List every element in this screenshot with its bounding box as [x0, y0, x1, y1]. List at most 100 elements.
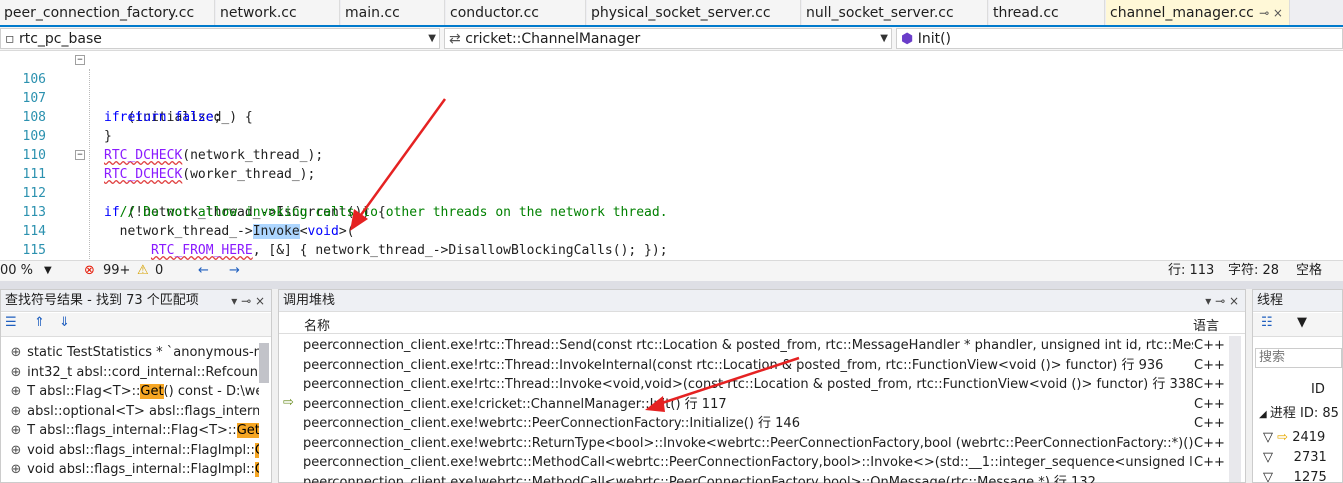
symbol-icon: ⊕: [10, 462, 22, 477]
class-dropdown[interactable]: ⇄ cricket::ChannelManager ▼: [444, 28, 892, 49]
annotation-arrow: [645, 356, 800, 412]
method-dropdown[interactable]: ⬢ Init(): [896, 28, 1343, 49]
frame-language: C++: [1194, 396, 1225, 412]
symbol-icon: ⊕: [10, 442, 22, 458]
panel-title: 查找符号结果 - 找到 73 个匹配项: [5, 293, 199, 308]
tab-close-icon[interactable]: ⊸ ×: [1259, 0, 1283, 25]
tab-thread[interactable]: thread.cc: [989, 0, 1105, 25]
call-stack-frame[interactable]: peerconnection_client.exe!webrtc::Method…: [303, 473, 1193, 483]
call-stack-frame[interactable]: peerconnection_client.exe!webrtc::Method…: [303, 453, 1193, 473]
go-up-icon[interactable]: ⇑: [34, 315, 45, 330]
ide-window: { "tabs":[ {"label":"peer_connection_fac…: [0, 0, 1343, 483]
group-icon[interactable]: ☷: [1261, 315, 1273, 330]
symbol-icon: ⊕: [10, 364, 22, 380]
thread-search-input[interactable]: 搜索: [1255, 348, 1342, 368]
project-dropdown[interactable]: ▫ rtc_pc_base ▼: [0, 28, 440, 49]
panel-toolbar: ☰ ⇑ ⇓: [1, 313, 271, 337]
list-item[interactable]: ⊕ absl::optional<T> absl::flags_intern: [9, 402, 259, 422]
flag-icon: ▽: [1263, 470, 1273, 482]
tab-network[interactable]: network.cc: [216, 0, 340, 25]
thread-row[interactable]: ▽ 2731: [1263, 448, 1327, 468]
code-line: 115 }: [0, 222, 1343, 277]
scrollbar[interactable]: [1229, 336, 1241, 482]
project-icon: ▫: [5, 31, 19, 47]
tab-null-socket-server[interactable]: null_socket_server.cc: [802, 0, 988, 25]
warning-icon[interactable]: ⚠: [137, 261, 149, 281]
code-line: 112 // Do not allow invoking calls to ot…: [0, 165, 1343, 220]
class-label: cricket::ChannelManager: [465, 31, 641, 47]
zoom-dropdown-icon[interactable]: ▼: [44, 261, 52, 281]
code-line: 113 network_thread_->Invoke<void>(: [0, 184, 1343, 239]
process-row[interactable]: ◢ 进程 ID: 85: [1259, 404, 1339, 424]
editor-status-bar: 00 % ▼ ⊗ 99+ ⚠ 0 ← → 行: 113 字符: 28 空格: [0, 260, 1343, 281]
thread-row[interactable]: ▽ ⇨ 2419: [1263, 428, 1325, 448]
frame-language: C++: [1194, 377, 1225, 392]
back-arrow-icon[interactable]: ←: [198, 261, 209, 281]
code-line: 114 RTC_FROM_HERE, [&] { network_thread_…: [0, 203, 1343, 258]
warning-count[interactable]: 0: [155, 261, 163, 281]
tab-physical-socket-server[interactable]: physical_socket_server.cc: [587, 0, 801, 25]
navigation-bar: ▫ rtc_pc_base ▼ ⇄ cricket::ChannelManager…: [0, 27, 1343, 51]
tab-channel-manager[interactable]: channel_manager.cc ⊸ ×: [1106, 0, 1290, 25]
tab-label: thread.cc: [993, 5, 1059, 21]
panel-title: 调用堆栈: [283, 293, 336, 308]
code-line: 116: [0, 241, 1343, 277]
flag-icon: ▽: [1263, 450, 1273, 465]
expand-icon: ◢: [1259, 409, 1270, 420]
panel-pin-close-icon[interactable]: ▾ ⊸ ×: [1205, 290, 1239, 311]
list-item[interactable]: ⊕ void absl::flags_internal::FlagImpl::G: [9, 460, 259, 480]
zoom-level[interactable]: 00 %: [0, 261, 33, 281]
tab-label: channel_manager.cc: [1110, 5, 1254, 21]
column-header-name[interactable]: 名称: [304, 315, 330, 334]
error-count[interactable]: 99+: [103, 261, 130, 281]
symbol-icon: ⊕: [10, 423, 22, 438]
fold-icon[interactable]: −: [75, 55, 85, 65]
call-stack-frame[interactable]: peerconnection_client.exe!webrtc::Return…: [303, 434, 1193, 454]
list-item[interactable]: ⊕ int32_t absl::cord_internal::Refcoun: [9, 363, 259, 383]
go-down-icon[interactable]: ⇓: [59, 315, 70, 330]
tab-label: peer_connection_factory.cc: [4, 5, 195, 21]
frame-language: C++: [1194, 338, 1225, 353]
list-item[interactable]: ⊕ void absl::flags_internal::FlagImpl::G: [9, 441, 259, 461]
frame-language: C++: [1194, 416, 1225, 431]
annotation-arrow: [350, 98, 447, 231]
panel-title-bar: 调用堆栈 ▾ ⊸ ×: [279, 290, 1245, 312]
current-thread-arrow-icon: ⇨: [1277, 430, 1289, 445]
tab-conductor[interactable]: conductor.cc: [446, 0, 586, 25]
error-icon[interactable]: ⊗: [84, 261, 95, 281]
list-view-icon[interactable]: ☰: [5, 315, 17, 330]
panel-toolbar: ☷ ▼: [1253, 313, 1342, 337]
scrollbar[interactable]: [259, 343, 269, 383]
column-header-language[interactable]: 语言: [1193, 315, 1219, 334]
list-item[interactable]: ⊕ T absl::Flag<T>::Get() const - D:\we: [9, 382, 259, 402]
tab-peer-connection-factory[interactable]: peer_connection_factory.cc: [0, 0, 215, 25]
find-symbol-panel: 查找符号结果 - 找到 73 个匹配项 ▾ ⊸ × ☰ ⇑ ⇓ ⊕ static …: [0, 289, 272, 483]
code-line: 109 RTC_DCHECK(network_thread_);: [0, 108, 1343, 163]
thread-row[interactable]: ▽ 1275: [1263, 468, 1327, 482]
panel-splitter[interactable]: [0, 281, 1343, 289]
threads-panel: 线程 ☷ ▼ 搜索 ID ◢ 进程 ID: 85 ▽ ⇨ 2419 ▽ 2731…: [1252, 289, 1343, 483]
forward-arrow-icon[interactable]: →: [229, 261, 240, 281]
class-icon: ⇄: [449, 31, 466, 47]
tab-label: null_socket_server.cc: [806, 5, 954, 21]
list-item[interactable]: ⊕ static TestStatistics * `anonymous-n: [9, 343, 259, 363]
symbol-icon: ⊕: [10, 345, 22, 360]
frame-language: C++: [1194, 455, 1225, 470]
tab-label: physical_socket_server.cc: [591, 5, 771, 21]
panel-title: 线程: [1257, 293, 1284, 308]
symbol-icon: ⊕: [10, 384, 22, 399]
panel-pin-close-icon[interactable]: ▾ ⊸ ×: [231, 290, 265, 311]
filter-icon[interactable]: ▼: [1297, 315, 1307, 330]
code-line: 107 return false;: [0, 70, 1343, 125]
tab-main[interactable]: main.cc: [341, 0, 445, 25]
whitespace-mode: 空格: [1296, 263, 1323, 278]
method-label: Init(): [917, 31, 951, 47]
column-header-id[interactable]: ID: [1311, 380, 1325, 400]
symbol-icon: ⊕: [10, 403, 22, 419]
list-item[interactable]: ⊕ T absl::flags_internal::Flag<T>::Get(: [9, 421, 259, 441]
code-editor[interactable]: 106 − if (initialized_) { 107 return fal…: [0, 51, 1343, 277]
fold-icon[interactable]: −: [75, 150, 85, 160]
code-line: 108 }: [0, 89, 1343, 144]
project-label: rtc_pc_base: [18, 31, 102, 47]
panel-title-bar: 查找符号结果 - 找到 73 个匹配项 ▾ ⊸ ×: [1, 290, 271, 312]
